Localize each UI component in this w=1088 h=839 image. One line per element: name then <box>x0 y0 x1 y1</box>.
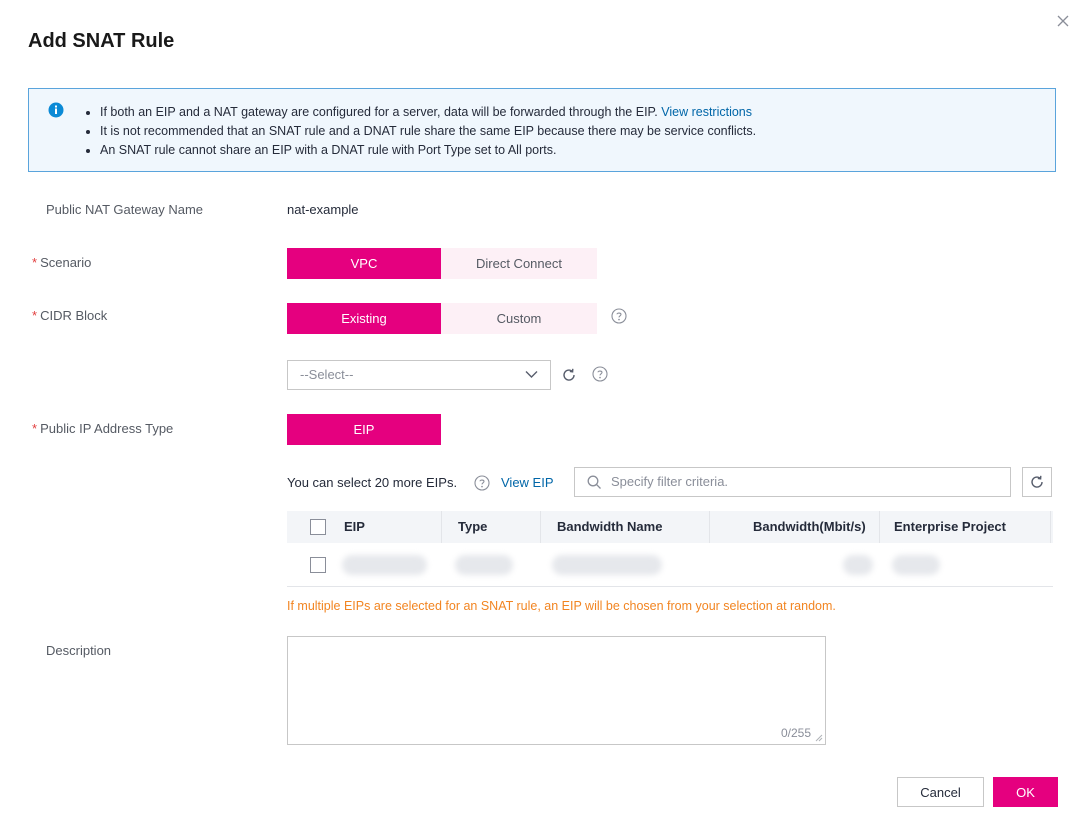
row-checkbox[interactable] <box>310 557 326 573</box>
eip-search-input[interactable]: Specify filter criteria. <box>574 467 1011 497</box>
column-header-bandwidth[interactable]: Bandwidth(Mbit/s) <box>753 511 866 543</box>
help-icon[interactable] <box>474 475 490 491</box>
redacted-eip <box>342 555 427 575</box>
scenario-label: * Scenario <box>32 255 92 270</box>
notice-item: An SNAT rule cannot share an EIP with a … <box>100 141 756 160</box>
required-mark: * <box>32 308 38 323</box>
redacted-enterprise-project <box>892 555 940 575</box>
required-mark: * <box>32 255 38 270</box>
select-all-checkbox[interactable] <box>310 519 326 535</box>
description-textarea[interactable]: 0/255 <box>287 636 826 745</box>
ok-button[interactable]: OK <box>993 777 1058 807</box>
dialog-title: Add SNAT Rule <box>28 30 175 52</box>
divider <box>287 586 1053 587</box>
required-mark: * <box>32 421 38 436</box>
description-label: Description <box>46 643 112 658</box>
column-header-bandwidth-name[interactable]: Bandwidth Name <box>557 511 662 543</box>
help-icon[interactable] <box>611 308 627 324</box>
refresh-icon <box>1031 475 1043 488</box>
gateway-name-value: nat-example <box>287 202 359 217</box>
column-header-eip[interactable]: EIP <box>344 511 365 543</box>
cidr-select[interactable]: --Select-- <box>287 360 551 390</box>
cidr-existing-option[interactable]: Existing <box>287 303 441 334</box>
chevron-down-icon <box>525 371 538 378</box>
column-header-enterprise-project[interactable]: Enterprise Project <box>894 511 1006 543</box>
view-eip-link[interactable]: View EIP <box>501 475 554 490</box>
redacted-type <box>455 555 513 575</box>
refresh-button[interactable] <box>1022 467 1052 497</box>
table-row[interactable] <box>287 543 1053 586</box>
view-restrictions-link[interactable]: View restrictions <box>661 105 752 119</box>
random-eip-warning: If multiple EIPs are selected for an SNA… <box>287 599 836 613</box>
eip-table-header: EIP Type Bandwidth Name Bandwidth(Mbit/s… <box>287 511 1053 543</box>
public-ip-eip-option[interactable]: EIP <box>287 414 441 445</box>
close-icon[interactable] <box>1054 12 1072 30</box>
info-icon <box>48 102 64 118</box>
scenario-vpc-option[interactable]: VPC <box>287 248 441 279</box>
search-icon <box>587 475 601 489</box>
notice-item: It is not recommended that an SNAT rule … <box>100 122 756 141</box>
help-icon[interactable] <box>592 366 608 382</box>
column-header-type[interactable]: Type <box>458 511 487 543</box>
scenario-direct-connect-option[interactable]: Direct Connect <box>441 248 597 279</box>
redacted-bandwidth <box>843 555 873 575</box>
eip-remaining-text: You can select 20 more EIPs. <box>287 475 458 490</box>
cidr-custom-option[interactable]: Custom <box>441 303 597 334</box>
resize-handle-icon <box>815 734 823 742</box>
redacted-bandwidth-name <box>552 555 662 575</box>
gateway-name-label: Public NAT Gateway Name <box>46 202 204 217</box>
cancel-button[interactable]: Cancel <box>897 777 984 807</box>
cidr-block-label: * CIDR Block <box>32 308 108 323</box>
notice-item: If both an EIP and a NAT gateway are con… <box>100 103 756 122</box>
public-ip-type-label: * Public IP Address Type <box>32 421 174 436</box>
character-counter: 0/255 <box>780 726 811 740</box>
info-notice: If both an EIP and a NAT gateway are con… <box>28 88 1056 172</box>
refresh-icon[interactable] <box>561 367 577 383</box>
